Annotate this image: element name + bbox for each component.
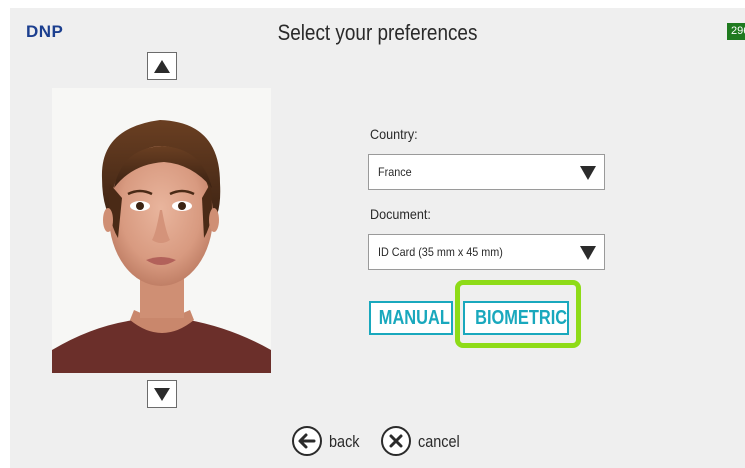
document-label: Document:: [370, 206, 431, 222]
manual-button[interactable]: MANUAL: [369, 301, 453, 335]
portrait-photo: [52, 88, 271, 373]
cancel-button[interactable]: cancel: [381, 426, 477, 460]
back-arrow-icon: [292, 426, 322, 456]
back-button[interactable]: back: [292, 426, 376, 460]
country-select[interactable]: France: [368, 154, 605, 190]
counter-badge: 296: [727, 23, 745, 40]
next-photo-button[interactable]: [147, 380, 177, 408]
cancel-label: cancel: [418, 432, 460, 451]
arrow-up-icon: [154, 60, 170, 73]
country-label: Country:: [370, 126, 418, 142]
biometric-button[interactable]: BIOMETRIC: [463, 301, 569, 335]
document-value: ID Card (35 mm x 45 mm): [378, 245, 503, 259]
page-title: Select your preferences: [277, 20, 478, 45]
country-value: France: [378, 165, 412, 179]
chevron-down-icon: [580, 166, 596, 180]
document-select[interactable]: ID Card (35 mm x 45 mm): [368, 234, 605, 270]
previous-photo-button[interactable]: [147, 52, 177, 80]
arrow-down-icon: [154, 388, 170, 401]
dnp-logo: DNP: [26, 22, 64, 41]
close-icon: [381, 426, 411, 456]
back-label: back: [329, 432, 360, 451]
chevron-down-icon: [580, 246, 596, 260]
kiosk-screen: DNP Select your preferences 296: [10, 8, 745, 468]
